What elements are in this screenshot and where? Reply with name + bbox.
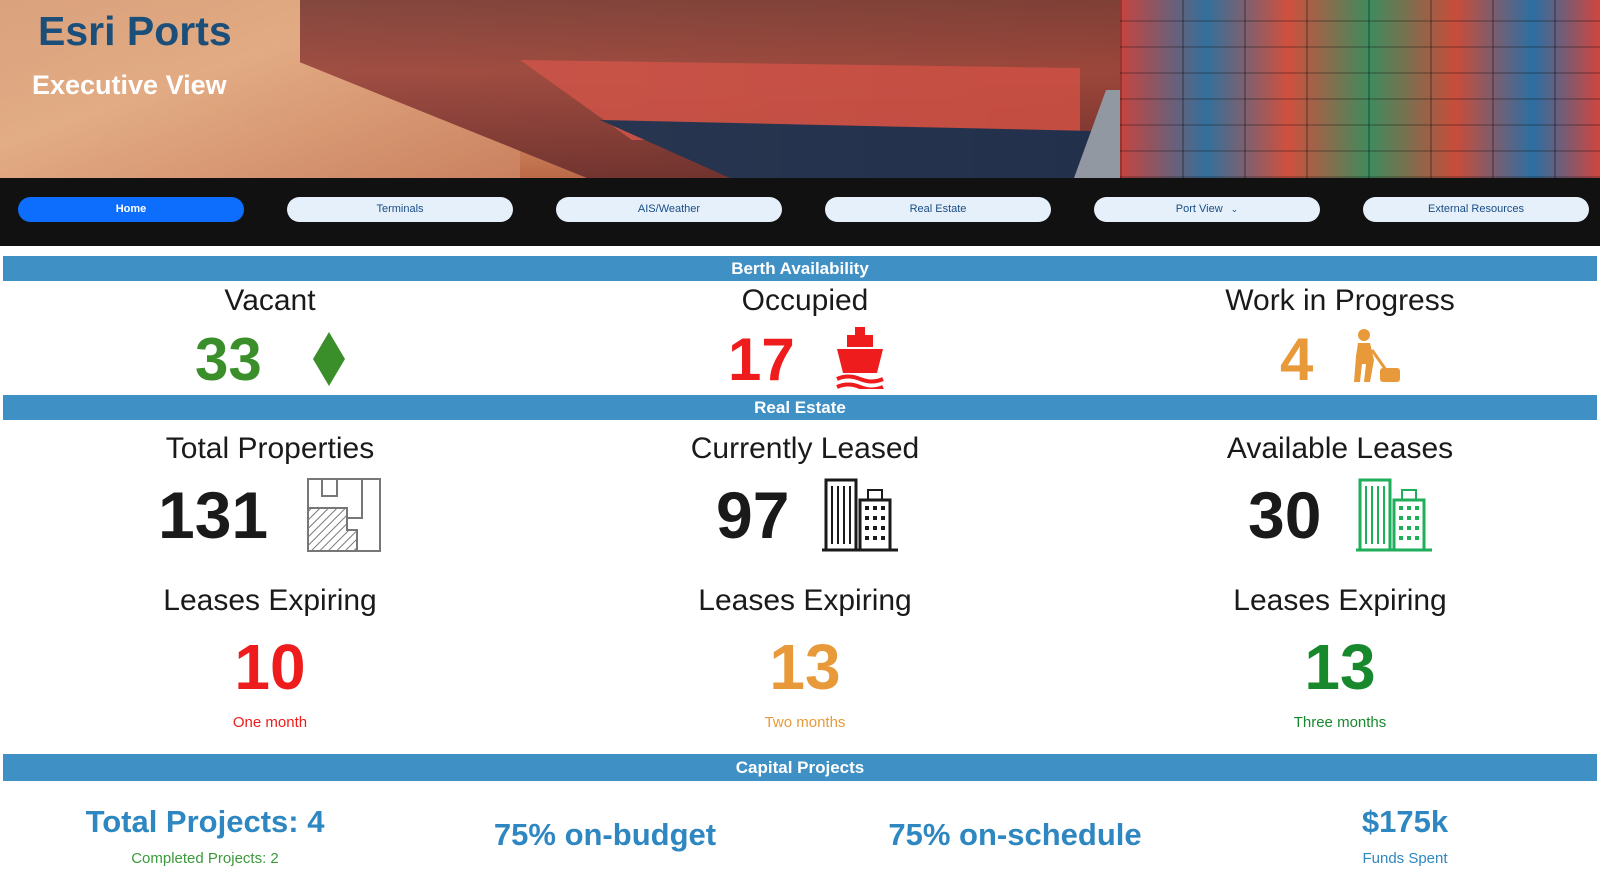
header-banner: Esri Ports Executive View [0,0,1600,178]
nav-terminals-button[interactable]: Terminals [287,197,513,222]
funds-spent-label: Funds Spent [1362,850,1448,867]
leases-expiring-two-months-count: 13 [769,631,841,703]
vacant-label: Vacant [224,284,316,317]
three-months-label: Three months [1293,714,1387,731]
available-leases-label: Available Leases [1226,432,1454,465]
currently-leased-label: Currently Leased [690,432,920,465]
nav-ais-weather-button[interactable]: AIS/Weather [556,197,782,222]
completed-projects: Completed Projects: 2 [131,850,279,867]
capital-projects-header: Capital Projects [3,754,1597,781]
on-schedule-stat: 75% on-schedule [888,817,1142,852]
available-leases-count: 30 [1248,478,1322,552]
currently-leased-count: 97 [716,478,790,552]
page-title: Esri Ports [38,8,232,54]
occupied-count: 17 [728,326,795,393]
one-month-label: One month [232,714,308,731]
leases-expiring-label-3: Leases Expiring [1233,584,1447,617]
nav-bar: Home Terminals AIS/Weather Real Estate P… [0,178,1600,246]
worker-icon [1354,329,1400,382]
nav-external-resources-button[interactable]: External Resources [1363,197,1589,222]
two-months-label: Two months [764,714,846,731]
nav-real-estate-button[interactable]: Real Estate [825,197,1051,222]
leases-expiring-label-1: Leases Expiring [163,584,377,617]
buildings-icon [822,478,898,552]
wip-label: Work in Progress [1225,284,1455,317]
buildings-green-icon [1356,478,1432,552]
chevron-down-icon: ⌄ [1230,204,1239,214]
total-properties-label: Total Properties [165,432,375,465]
funds-spent-value: $175k [1361,804,1449,839]
occupied-label: Occupied [741,284,869,317]
total-projects: Total Projects: 4 [85,804,325,839]
real-estate-header: Real Estate [3,395,1597,420]
page-subtitle: Executive View [32,70,227,100]
leases-expiring-three-months-count: 13 [1304,631,1376,703]
diamond-icon [313,332,345,386]
ship-icon [836,327,884,389]
wip-count: 4 [1280,326,1314,393]
leases-expiring-one-month-count: 10 [234,631,306,703]
parcels-icon [307,478,381,552]
on-budget-stat: 75% on-budget [493,817,717,852]
nav-port-view-dropdown[interactable]: Port View ⌄ [1094,197,1320,222]
leases-expiring-label-2: Leases Expiring [698,584,912,617]
berth-availability-header: Berth Availability [3,256,1597,281]
total-properties-count: 131 [158,478,269,552]
nav-home-button[interactable]: Home [18,197,244,222]
vacant-count: 33 [195,326,262,393]
